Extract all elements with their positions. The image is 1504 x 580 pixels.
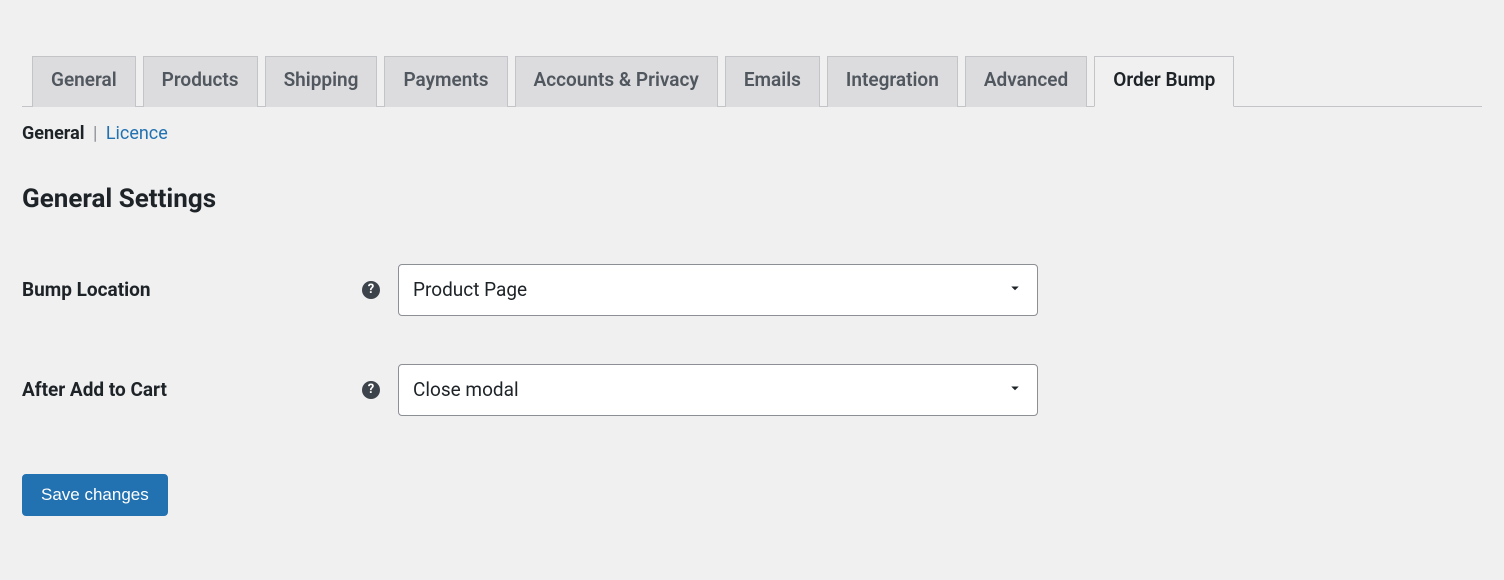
tab-payments[interactable]: Payments — [384, 56, 507, 107]
bump-location-select[interactable]: Product Page — [398, 264, 1038, 316]
subtab-licence[interactable]: Licence — [106, 123, 168, 144]
field-bump-location: Bump Location ? Product Page — [22, 264, 1482, 316]
tab-order-bump[interactable]: Order Bump — [1094, 56, 1234, 107]
field-after-add-to-cart: After Add to Cart ? Close modal — [22, 364, 1482, 416]
settings-tabs: General Products Shipping Payments Accou… — [22, 0, 1482, 107]
after-add-to-cart-label: After Add to Cart — [22, 378, 362, 401]
help-icon[interactable]: ? — [362, 281, 380, 299]
separator: | — [93, 123, 102, 144]
after-add-to-cart-select[interactable]: Close modal — [398, 364, 1038, 416]
help-icon[interactable]: ? — [362, 381, 380, 399]
help-icon-wrap: ? — [362, 381, 398, 399]
tab-general[interactable]: General — [32, 56, 136, 107]
tab-integration[interactable]: Integration — [827, 56, 958, 107]
save-button[interactable]: Save changes — [22, 474, 168, 516]
bump-location-value: Product Page — [398, 264, 1038, 316]
section-title: General Settings — [22, 184, 1482, 214]
tab-advanced[interactable]: Advanced — [965, 56, 1087, 107]
tab-shipping[interactable]: Shipping — [265, 56, 378, 107]
settings-form: Bump Location ? Product Page After Add t… — [22, 264, 1482, 416]
subtabs: General | Licence — [22, 123, 1482, 144]
tab-products[interactable]: Products — [143, 56, 258, 107]
bump-location-label: Bump Location — [22, 278, 362, 301]
help-icon-wrap: ? — [362, 281, 398, 299]
after-add-to-cart-value: Close modal — [398, 364, 1038, 416]
tab-accounts-privacy[interactable]: Accounts & Privacy — [515, 56, 718, 107]
tab-emails[interactable]: Emails — [725, 56, 820, 107]
subtab-general[interactable]: General — [22, 123, 85, 144]
